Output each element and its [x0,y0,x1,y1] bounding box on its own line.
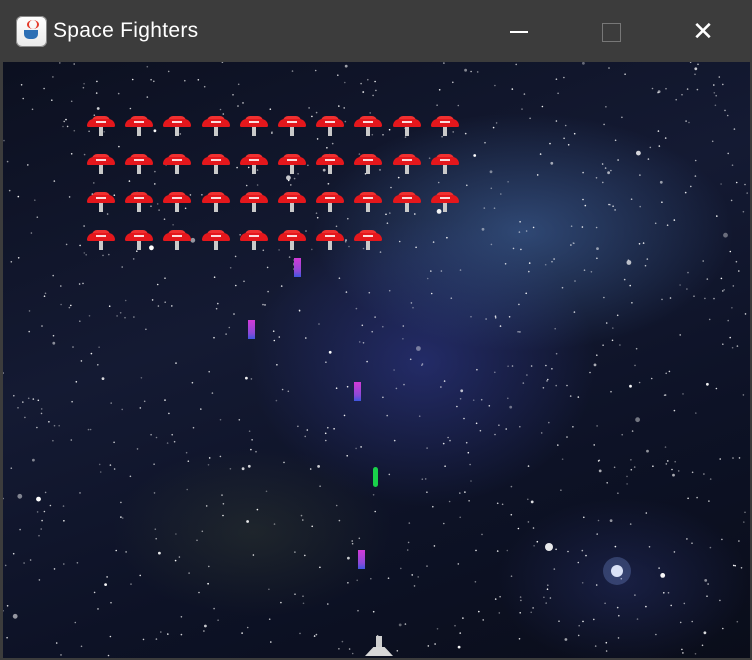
enemy-ship [202,230,230,250]
enemy-ship [354,116,382,136]
enemy-ship [202,192,230,212]
minimize-button[interactable] [496,14,542,50]
enemy-ship [278,116,306,136]
app-window: Space Fighters ✕ [0,0,752,660]
player-ship [365,636,393,656]
enemy-ship [125,116,153,136]
enemy-bomb [294,258,301,277]
enemy-ship [125,154,153,174]
close-button[interactable]: ✕ [680,14,726,50]
enemy-ship [278,230,306,250]
title-bar[interactable]: Space Fighters ✕ [0,0,752,63]
java-cup-icon [16,16,47,47]
enemy-ship [354,154,382,174]
enemy-ship [393,154,421,174]
enemy-ship [431,116,459,136]
enemy-ship [431,154,459,174]
maximize-button[interactable] [588,14,634,50]
enemy-ship [240,154,268,174]
enemy-ship [125,192,153,212]
enemy-ship [316,116,344,136]
enemy-bomb [354,382,361,401]
enemy-ship [278,192,306,212]
enemy-ship [354,192,382,212]
enemy-ship [278,154,306,174]
window-title: Space Fighters [53,19,199,42]
maximize-icon [601,22,621,42]
close-icon: ✕ [692,17,714,47]
enemy-ship [316,230,344,250]
enemy-ship [240,116,268,136]
enemy-ship [240,230,268,250]
enemy-ship [316,154,344,174]
enemy-ship [393,116,421,136]
starfield-background [3,62,748,657]
player-laser [373,467,378,487]
enemy-ship [354,230,382,250]
game-canvas[interactable] [3,62,750,658]
enemy-ship [163,116,191,136]
enemy-ship [393,192,421,212]
enemy-ship [202,116,230,136]
enemy-ship [163,192,191,212]
enemy-bomb [248,320,255,339]
enemy-ship [316,192,344,212]
enemy-ship [431,192,459,212]
enemy-ship [163,230,191,250]
enemy-ship [125,230,153,250]
enemy-ship [240,192,268,212]
minimize-icon [510,31,528,33]
enemy-ship [87,230,115,250]
enemy-ship [202,154,230,174]
enemy-ship [87,154,115,174]
enemy-bomb [358,550,365,569]
enemy-ship [87,116,115,136]
enemy-ship [87,192,115,212]
enemy-ship [163,154,191,174]
